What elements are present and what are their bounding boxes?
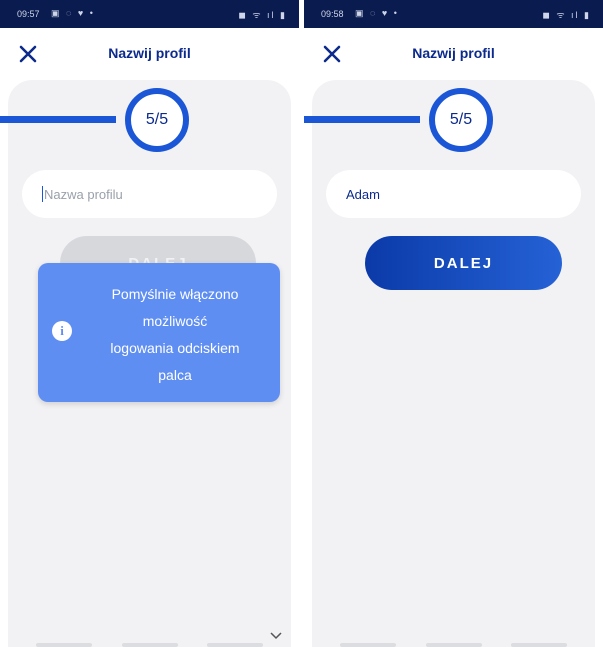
step-label: 5/5	[449, 111, 473, 128]
toast-notification: i Pomyślnie włączono możliwość logowania…	[38, 263, 280, 402]
nav-bar-segment[interactable]	[121, 643, 178, 647]
progress-line	[304, 116, 420, 123]
toast-line: logowania odciskiem	[110, 340, 240, 356]
status-time: 09:58	[321, 9, 344, 19]
navigation-bar	[340, 643, 567, 647]
nav-bar-segment[interactable]	[207, 643, 263, 647]
status-icons-right: ◼ ᯤ ıl ▮	[542, 10, 591, 20]
status-icons-left: ▣ ◌ ♥ •	[355, 8, 399, 18]
info-icon: i	[52, 321, 72, 341]
profile-name-input[interactable]: Nazwa profilu	[22, 170, 277, 218]
page-title: Nazwij profil	[108, 45, 191, 61]
toast-line: Pomyślnie włączono	[111, 286, 239, 302]
chevron-down-icon[interactable]	[269, 631, 283, 641]
next-button[interactable]: DALEJ	[365, 236, 562, 290]
nav-bar-segment[interactable]	[511, 643, 567, 647]
nav-bar-segment[interactable]	[36, 643, 92, 647]
text-caret	[42, 186, 43, 202]
nav-bar-segment[interactable]	[340, 643, 396, 647]
profile-name-input[interactable]: Adam	[326, 170, 581, 218]
status-bar: 09:58 ▣ ◌ ♥ • ◼ ᯤ ıl ▮	[304, 0, 603, 28]
header: Nazwij profil	[0, 28, 299, 80]
page-title: Nazwij profil	[412, 45, 495, 61]
progress-line	[0, 116, 116, 123]
header: Nazwij profil	[304, 28, 603, 80]
status-time: 09:57	[17, 9, 40, 19]
toast-line: możliwość	[142, 313, 208, 329]
screen-left: 09:57 ▣ ◌ ♥ • ◼ ᯤ ıl ▮ Nazwij profil 5/5…	[0, 0, 299, 647]
navigation-bar	[36, 643, 263, 647]
profile-name-placeholder: Nazwa profilu	[44, 186, 123, 202]
step-label: 5/5	[145, 111, 169, 128]
profile-name-value: Adam	[346, 186, 380, 202]
step-indicator: 5/5	[125, 88, 189, 152]
status-bar: 09:57 ▣ ◌ ♥ • ◼ ᯤ ıl ▮	[0, 0, 299, 28]
status-icons-right: ◼ ᯤ ıl ▮	[238, 10, 287, 20]
nav-bar-segment[interactable]	[425, 643, 482, 647]
toast-line: palca	[158, 367, 192, 383]
content-panel: 5/5 Nazwa profilu DALEJ i Pomyślnie włąc…	[0, 80, 291, 647]
content-panel: 5/5 Adam DALEJ	[304, 80, 595, 647]
status-icons-left: ▣ ◌ ♥ •	[51, 8, 95, 18]
step-indicator: 5/5	[429, 88, 493, 152]
toast-message: Pomyślnie włączono możliwość logowania o…	[80, 281, 270, 389]
screen-right: 09:58 ▣ ◌ ♥ • ◼ ᯤ ıl ▮ Nazwij profil 5/5…	[304, 0, 603, 647]
